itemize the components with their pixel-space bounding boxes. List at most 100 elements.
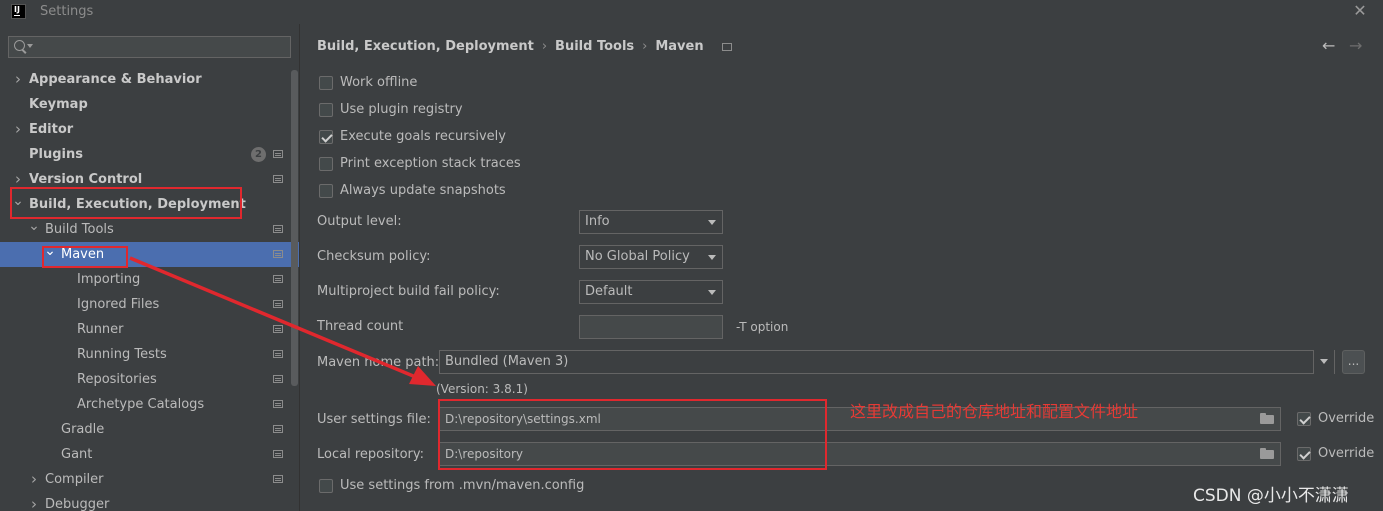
sidebar-item-label: Debugger — [45, 497, 110, 511]
watermark-text: CSDN @小小不潇潇 — [1193, 486, 1349, 506]
sidebar-item-label: Compiler — [45, 472, 104, 487]
maven-home-browse-button[interactable]: ... — [1342, 350, 1365, 374]
maven-home-select[interactable]: Bundled (Maven 3) — [439, 350, 1335, 374]
update-count-badge: 2 — [251, 147, 266, 162]
checkbox-label: Always update snapshots — [340, 183, 506, 198]
checkbox-icon — [319, 103, 333, 117]
folder-icon[interactable] — [1260, 413, 1274, 424]
project-scope-icon — [273, 275, 283, 283]
sidebar-item-label: Runner — [77, 322, 124, 337]
checkbox-icon — [1297, 412, 1311, 426]
checksum-policy-select[interactable]: No Global Policy — [579, 245, 723, 269]
sidebar-item-label: Running Tests — [77, 347, 167, 362]
sidebar-item-label: Gradle — [61, 422, 105, 437]
breadcrumb-item[interactable]: Build Tools — [555, 39, 634, 54]
checkbox-icon — [319, 157, 333, 171]
thread-count-suffix: -T option — [736, 320, 789, 334]
sidebar-item-keymap[interactable]: Keymap — [0, 92, 299, 117]
highlight-box-settings-fields — [438, 399, 827, 470]
chevron-right-icon[interactable]: › — [12, 117, 24, 142]
checkbox-icon — [319, 184, 333, 198]
sidebar-item-archetype-catalogs[interactable]: Archetype Catalogs — [0, 392, 299, 417]
close-icon[interactable]: ✕ — [1350, 0, 1370, 22]
breadcrumb-item: Maven — [655, 39, 704, 54]
output-level-value: Info — [585, 214, 610, 229]
chevron-down-icon — [1313, 350, 1334, 374]
chevron-down-icon[interactable]: ⌄ — [28, 217, 40, 242]
chevron-down-icon — [708, 255, 716, 260]
annotation-text: 这里改成自己的仓库地址和配置文件地址 — [850, 402, 1139, 421]
sidebar-item-gradle[interactable]: Gradle — [0, 417, 299, 442]
sidebar-item-compiler[interactable]: › Compiler — [0, 467, 299, 492]
mvn-config-label: Use settings from .mvn/maven.config — [340, 478, 585, 493]
highlight-box-maven — [42, 246, 128, 268]
sidebar-item-label: Archetype Catalogs — [77, 397, 205, 412]
user-settings-label: User settings file: — [317, 412, 431, 427]
checksum-policy-label: Checksum policy: — [317, 249, 431, 264]
thread-count-label: Thread count — [317, 319, 404, 334]
project-scope-icon — [273, 400, 283, 408]
thread-count-input[interactable] — [579, 315, 723, 339]
sidebar-item-editor[interactable]: › Editor — [0, 117, 299, 142]
multiproject-fail-policy-value: Default — [585, 284, 633, 299]
sidebar-item-label: Ignored Files — [77, 297, 160, 312]
maven-home-value: Bundled (Maven 3) — [445, 354, 569, 369]
sidebar-item-label: Gant — [61, 447, 93, 462]
breadcrumb-separator-icon: › — [642, 39, 648, 54]
chevron-right-icon[interactable]: › — [28, 492, 40, 511]
sidebar-item-label: Editor — [29, 122, 74, 137]
window-title: Settings — [40, 4, 94, 19]
sidebar-item-runner[interactable]: Runner — [0, 317, 299, 342]
sidebar-item-label: Importing — [77, 272, 141, 287]
checkbox-label: Use plugin registry — [340, 102, 463, 117]
project-scope-icon — [273, 450, 283, 458]
sidebar-item-running-tests[interactable]: Running Tests — [0, 342, 299, 367]
output-level-label: Output level: — [317, 214, 402, 229]
sidebar-item-build-tools[interactable]: ⌄ Build Tools — [0, 217, 299, 242]
forward-arrow-icon[interactable]: → — [1349, 36, 1362, 55]
project-scope-icon — [273, 475, 283, 483]
sidebar-item-debugger[interactable]: › Debugger — [0, 492, 299, 511]
search-icon — [14, 40, 25, 51]
project-scope-icon — [273, 375, 283, 383]
multiproject-fail-policy-label: Multiproject build fail policy: — [317, 284, 500, 299]
breadcrumb-item[interactable]: Build, Execution, Deployment — [317, 39, 534, 54]
sidebar-scrollbar[interactable] — [291, 70, 298, 386]
checkbox-icon — [1297, 447, 1311, 461]
chevron-right-icon[interactable]: › — [12, 67, 24, 92]
checkbox-icon — [319, 130, 333, 144]
checkbox-label: Work offline — [340, 75, 418, 90]
sidebar-item-appearance-behavior[interactable]: › Appearance & Behavior — [0, 67, 299, 92]
sidebar-item-label: Appearance & Behavior — [29, 72, 202, 87]
sidebar-item-label: Repositories — [77, 372, 157, 387]
back-arrow-icon[interactable]: ← — [1322, 36, 1335, 55]
folder-icon[interactable] — [1260, 448, 1274, 459]
chevron-down-icon — [708, 220, 716, 225]
project-scope-icon — [273, 300, 283, 308]
title-bar: IJ Settings ✕ — [0, 0, 1383, 24]
search-options-chevron-icon — [27, 44, 33, 48]
project-scope-icon — [273, 425, 283, 433]
checkbox-icon — [319, 479, 333, 493]
search-input[interactable] — [8, 36, 291, 58]
local-repository-label: Local repository: — [317, 447, 424, 462]
maven-home-label: Maven home path: — [317, 355, 440, 370]
sidebar-item-repositories[interactable]: Repositories — [0, 367, 299, 392]
sidebar-item-importing[interactable]: Importing — [0, 267, 299, 292]
chevron-right-icon[interactable]: › — [28, 467, 40, 492]
override-label: Override — [1318, 411, 1375, 426]
output-level-select[interactable]: Info — [579, 210, 723, 234]
project-scope-icon — [273, 150, 283, 158]
highlight-box-build-execution — [10, 187, 242, 219]
sidebar-item-gant[interactable]: Gant — [0, 442, 299, 467]
sidebar-item-plugins[interactable]: Plugins 2 — [0, 142, 299, 167]
multiproject-fail-policy-select[interactable]: Default — [579, 280, 723, 304]
project-scope-icon — [273, 250, 283, 258]
breadcrumb: Build, Execution, Deployment › Build Tools… — [317, 39, 733, 54]
maven-version-text: (Version: 3.8.1) — [436, 382, 528, 396]
project-scope-icon — [722, 42, 733, 51]
chevron-down-icon — [708, 290, 716, 295]
sidebar-item-ignored-files[interactable]: Ignored Files — [0, 292, 299, 317]
checksum-policy-value: No Global Policy — [585, 249, 690, 264]
sidebar-item-label: Keymap — [29, 97, 88, 112]
